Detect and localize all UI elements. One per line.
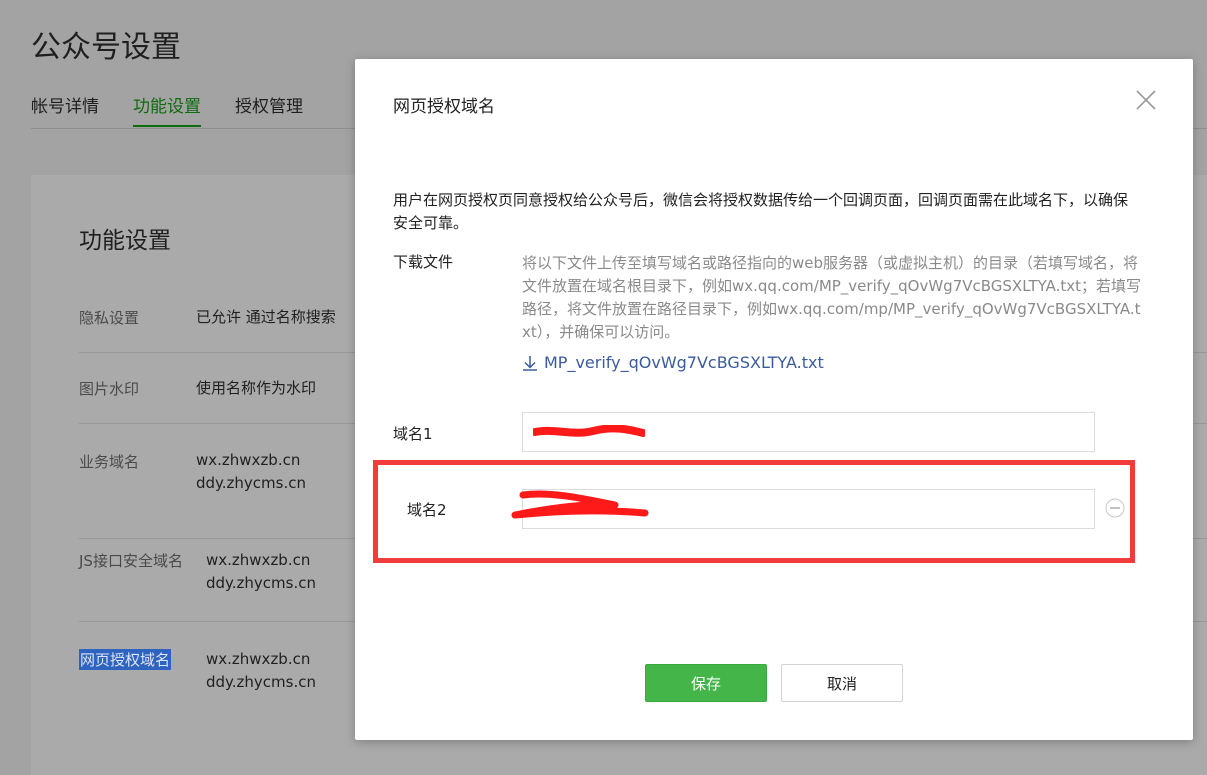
row-label-business-domain: 业务域名	[79, 453, 140, 471]
domain-entry: ddy.zhycms.cn	[206, 673, 317, 691]
download-file-link[interactable]: MP_verify_qOvWg7VcBGSXLTYA.txt	[522, 353, 824, 372]
domain1-label: 域名1	[393, 425, 433, 443]
domain-entry: ddy.zhycms.cn	[206, 574, 317, 592]
row-value-business-domain: wx.zhwxzb.cn ddy.zhycms.cn	[196, 449, 306, 495]
dialog-title: 网页授权域名	[393, 97, 495, 117]
domain-entry: ddy.zhycms.cn	[196, 474, 307, 492]
download-instructions: 将以下文件上传至填写域名或路径指向的web服务器（或虚拟主机）的目录（若填写域名…	[522, 254, 1142, 341]
row-value-privacy: 已允许 通过名称搜索	[196, 308, 336, 326]
row-value-js-safe-domain: wx.zhwxzb.cn ddy.zhycms.cn	[206, 549, 316, 595]
domain-entry: wx.zhwxzb.cn	[206, 650, 311, 668]
tab-feature-settings[interactable]: 功能设置	[133, 92, 201, 127]
web-auth-domain-dialog: 网页授权域名 用户在网页授权页同意授权给公众号后，微信会将授权数据传给一个回调页…	[355, 59, 1193, 740]
card-title: 功能设置	[79, 228, 171, 254]
close-icon[interactable]	[1131, 85, 1161, 115]
tab-account-details[interactable]: 帐号详情	[31, 92, 99, 117]
save-button[interactable]: 保存	[645, 664, 767, 702]
download-file-label: 下载文件	[393, 253, 454, 271]
row-label-js-safe-domain: JS接口安全域名	[79, 552, 183, 570]
row-label-watermark: 图片水印	[79, 380, 140, 398]
domain-entry: wx.zhwxzb.cn	[196, 451, 301, 469]
dialog-description: 用户在网页授权页同意授权给公众号后，微信会将授权数据传给一个回调页面，回调页面需…	[393, 191, 1129, 232]
download-file-name: MP_verify_qOvWg7VcBGSXLTYA.txt	[544, 353, 824, 372]
remove-domain-icon[interactable]	[1105, 498, 1125, 518]
download-icon	[523, 355, 537, 371]
row-value-watermark: 使用名称作为水印	[196, 379, 317, 397]
domain2-label: 域名2	[407, 501, 447, 519]
redaction-scribble-icon	[533, 425, 645, 437]
row-value-web-auth-domain: wx.zhwxzb.cn ddy.zhycms.cn	[206, 648, 316, 694]
domain-entry: wx.zhwxzb.cn	[206, 551, 311, 569]
tab-authorization-management[interactable]: 授权管理	[235, 92, 303, 117]
row-label-privacy: 隐私设置	[79, 309, 140, 327]
row-label-web-auth-domain: 网页授权域名	[79, 649, 172, 670]
redaction-scribble-icon	[511, 490, 649, 519]
page-title: 公众号设置	[31, 30, 181, 65]
cancel-button[interactable]: 取消	[781, 664, 903, 702]
